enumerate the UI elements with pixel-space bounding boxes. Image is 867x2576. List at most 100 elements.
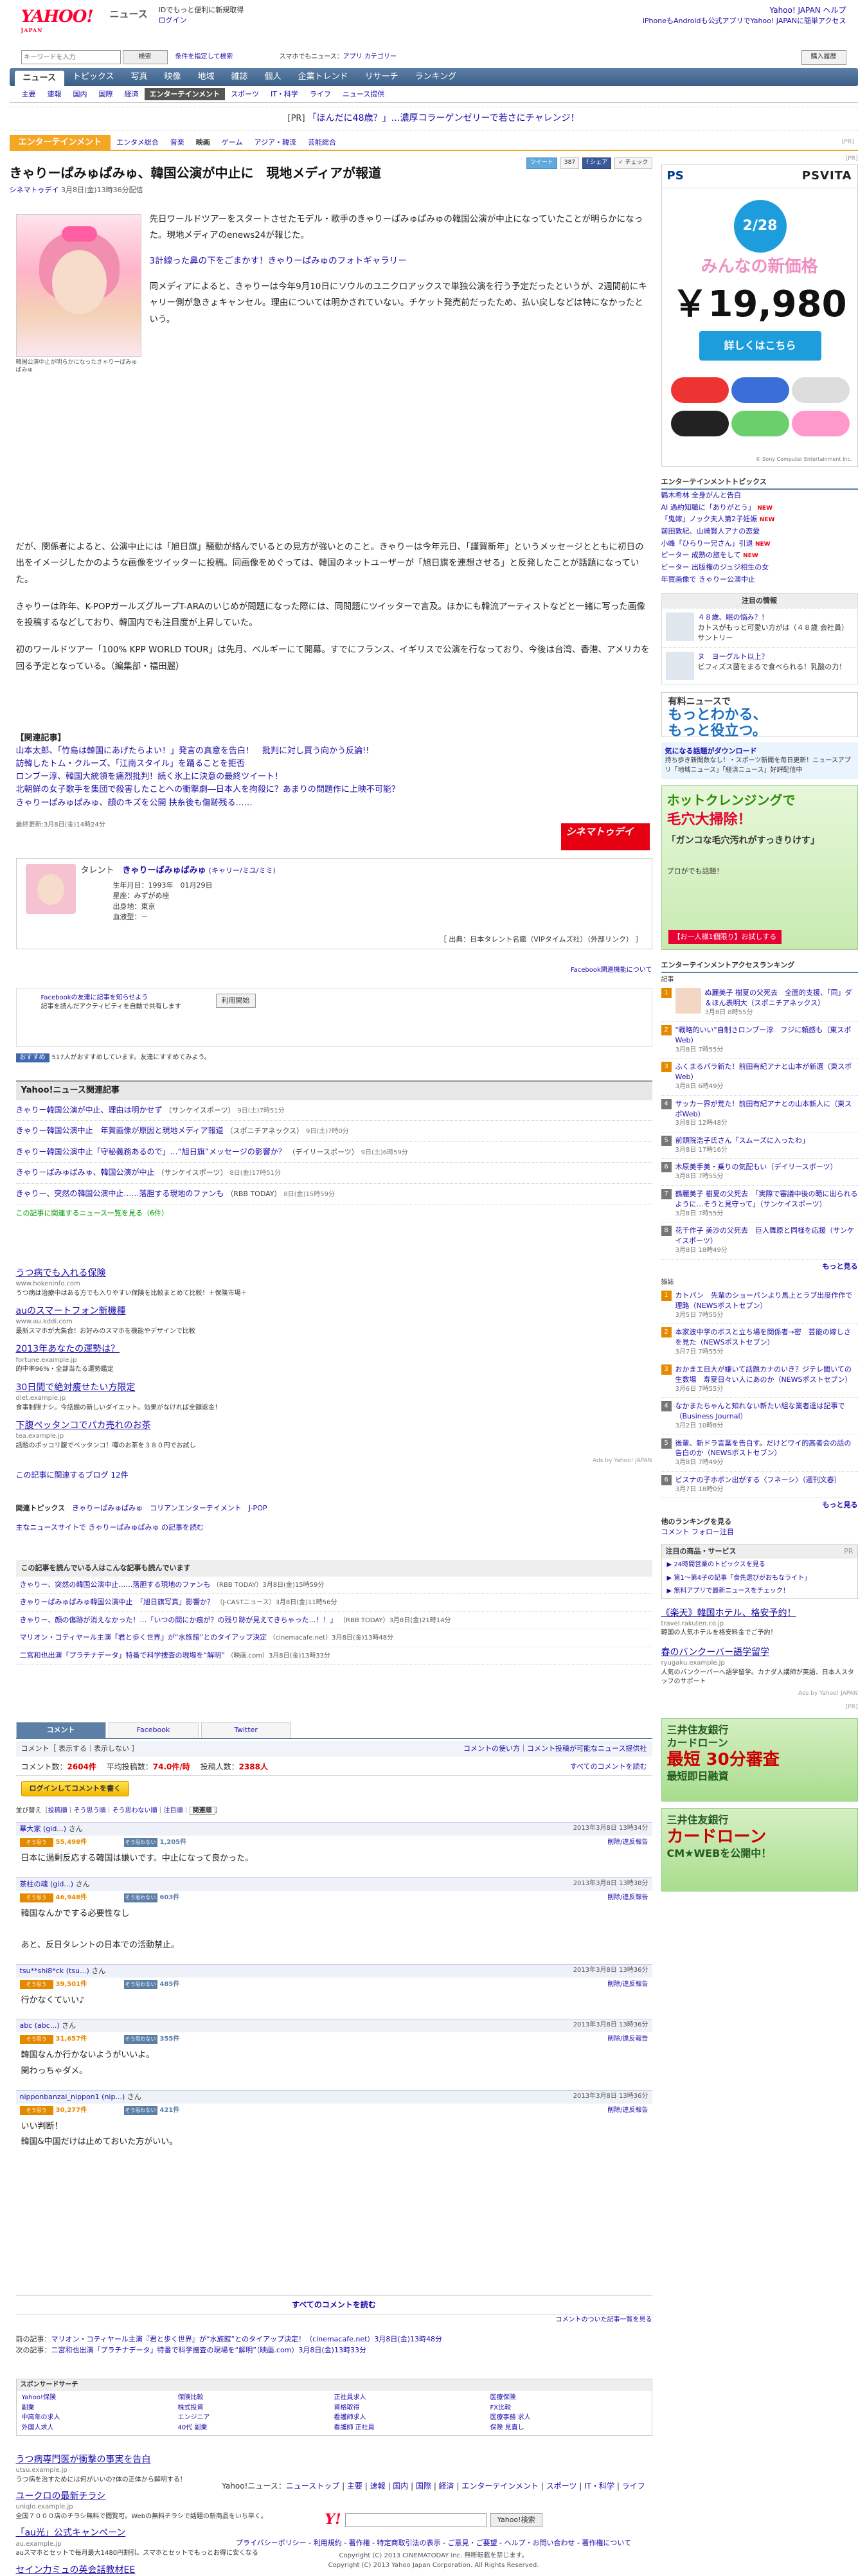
trial-button[interactable]: 【お一人様1個限り】お試しする (668, 930, 782, 945)
disagree-button[interactable]: そう思わない (123, 2106, 157, 2115)
sponsored-search-link[interactable]: 看護師求人 (334, 2413, 490, 2423)
talent-photo[interactable] (25, 863, 76, 914)
sidebar-topic-link[interactable]: AI 過約知職に「ありがとう」 (661, 503, 755, 512)
related-link[interactable]: 北朝鮮の女子歌手を集団で殺害したことへの衝撃劇―日本人を拘殺に？あまりの問題作に… (16, 783, 652, 796)
ranking-link[interactable]: カトパン 先輩のショーパンより馬上とラブ出度作作で理路（NEWSポストセブン） (675, 1291, 858, 1311)
category-sub-item[interactable]: 芸能総合 (302, 138, 342, 148)
comment-user[interactable]: tsu**shi8*ck (tsu...) (20, 1967, 89, 1975)
subnav-item[interactable]: エンターテインメント (144, 87, 226, 101)
related-link[interactable]: 山本太郎、「竹島は韓国にあげたらよい！」発言の真意を告白！ 批判に対し買う向かう… (16, 745, 652, 758)
agree-button[interactable]: そう思う (19, 1838, 53, 1847)
article-source[interactable]: シネマトゥデイ (10, 186, 59, 194)
disagree-button[interactable]: そう思わない (123, 1838, 157, 1847)
sponsored-search-link[interactable]: 中高年の求人 (22, 2413, 178, 2423)
read-all-comments-link[interactable]: すべてのコメントを読む (570, 1762, 647, 1772)
agree-button[interactable]: そう思う (19, 1980, 53, 1989)
yahoo-logo-small[interactable]: Y! (325, 2510, 341, 2530)
ranking-link[interactable]: 本家波中学のボスと立ち場を関係者→密 芸能の嫁しさを見た（NEWSポストセブン） (675, 1327, 858, 1348)
check-button[interactable]: ✓ チェック (614, 157, 652, 169)
details-button[interactable]: 詳しくはこちら (699, 330, 821, 361)
sidebar-topic-link[interactable]: 鶴木希林 全身がんと告白 (661, 491, 742, 499)
subnav-item[interactable]: ニュース提供 (337, 89, 390, 100)
footer-nav-link[interactable]: 国際 (416, 2482, 431, 2491)
sort-option[interactable]: 注目順 (164, 1807, 183, 1814)
gnav-item[interactable]: 映像 (156, 68, 190, 86)
related-article-link[interactable]: きゃりー、突然の韓国公演中止……落胆する現地のファンも (16, 1189, 224, 1198)
fb-start-button[interactable]: 利用開始 (215, 993, 256, 1008)
attention-item[interactable]: ４８歳、眠の悩み？！ カトスがもっと可愛い方がは（４８歳 会社員）サントリー (661, 608, 857, 647)
comment-user[interactable]: nipponbanzai_nippon1 (nip...) (20, 2093, 125, 2101)
reader-article-link[interactable]: きゃりーぱみゅぱみゅ韓国公演中止 「旭日旗写真」影響か？ (20, 1598, 215, 1606)
featured-product-link[interactable]: ▶ 無料アプリで最新ニュースをチェック！ (662, 1585, 857, 1598)
report-link[interactable]: 削除/違反報告 (607, 1980, 648, 1990)
search-input[interactable] (21, 50, 121, 64)
related-article-link[interactable]: きゃりー韓国公演中止 年賀画像が原因と現地メディア報道 (16, 1126, 224, 1135)
ranking-link[interactable]: なかまたちゃんと知れない新たい組な業者達は記事で（Business Journa… (675, 1401, 858, 1422)
footer-nav-link[interactable]: ライフ (622, 2482, 645, 2491)
attention-title[interactable]: ４８歳、眠の悩み？！ (698, 613, 854, 623)
related-more-link[interactable]: この記事に関連するニュース一覧を見る（6件） (16, 1208, 652, 1219)
ranking-link[interactable]: 鶴麗美子 樹夏の父死去 「実際で審議中後の範に出られるように…そうと見守って」（… (675, 1189, 858, 1210)
sponsored-search-link[interactable]: 保険 見直し (490, 2424, 647, 2433)
sponsored-search-link[interactable]: 看護師 正社員 (334, 2424, 490, 2433)
footer-search-button[interactable]: Yahoo!検索 (490, 2513, 542, 2528)
ranking-link[interactable]: サッカー界が荒た！前田有紀アナとの山本新人に（東スポWeb） (675, 1099, 858, 1120)
yahoo-logo[interactable]: YAHOO! JAPAN (21, 5, 94, 34)
reader-article-link[interactable]: 二宮和也出演「プラチナデータ」特番で科学捜査の現場を“解明” (20, 1651, 225, 1659)
reader-article-link[interactable]: きゃりー、顔の傷跡が消えなかった！…「いつの間にか痕が？の残り跡が見えてきちゃっ… (20, 1616, 337, 1624)
gnav-item[interactable]: トピックス (64, 68, 123, 86)
paid-news-banner[interactable]: 有料ニュースで もっとわかる、 もっと役立つ。 (661, 692, 858, 739)
sort-option[interactable]: 関連順 (189, 1806, 215, 1815)
related-article-link[interactable]: きゃりー韓国公演が中止、理由は明かせず (16, 1105, 163, 1114)
ad-title-link[interactable]: 2013年あなたの運勢は？ (16, 1343, 652, 1355)
footer-nav-link[interactable]: 国内 (393, 2482, 408, 2491)
footer-search-input[interactable] (344, 2513, 487, 2528)
id-register-link[interactable]: IDでもっと便利に新規取得 (159, 5, 244, 15)
sponsored-search-link[interactable]: FX比較 (490, 2404, 647, 2413)
sponsored-search-link[interactable]: Yahoo!保険 (22, 2393, 178, 2403)
ranking-link[interactable]: ふくまるパラ新た！前田有紀アナと山本が新選（東スポWeb） (675, 1062, 858, 1082)
top-links[interactable]: Yahoo! JAPAN ヘルプ (643, 5, 846, 16)
sponsored-search-link[interactable]: エンジニア (178, 2413, 334, 2423)
subnav-item[interactable]: ライフ (304, 89, 337, 100)
sidebar-topic-link[interactable]: ビーター 出版権のジュジ相生の女 (661, 563, 769, 571)
report-link[interactable]: 削除/違反報告 (607, 2106, 648, 2116)
ranking-link[interactable]: 花千作子 美沙の父死去 巨人舞原と同様を応援（サンケイスポーツ） (675, 1226, 858, 1246)
category-sub-item[interactable]: アジア・韓流 (248, 138, 302, 148)
sponsored-search-link[interactable]: 医療保険 (490, 2393, 647, 2403)
featured-product-link[interactable]: ▶ 第1～第4子の記事「食先選びがおもなライト」 (662, 1572, 857, 1586)
rakuten-ad-link[interactable]: 《楽天》韓国ホテル、格安予約！ (661, 1607, 858, 1620)
read-all-comments-button[interactable]: すべてのコメントを読む (15, 2294, 652, 2316)
related-article-link[interactable]: きゃりーぱみゅぱみゅ、韓国公演が中止 (16, 1168, 155, 1177)
agree-button[interactable]: そう思う (19, 1893, 53, 1902)
comment-tab[interactable]: Facebook (108, 1721, 199, 1738)
subnav-item[interactable]: 国内 (67, 89, 93, 100)
footer-nav-link[interactable]: 主要 (347, 2482, 362, 2491)
ranking-thumbnail[interactable] (675, 988, 701, 1014)
topic-link[interactable]: きゃりーぱみゅぱみゅ (72, 1504, 143, 1512)
footer-nav-link[interactable]: ニューストップ (286, 2482, 339, 2491)
ranking-link[interactable]: おかまエ日大が嫌いて話題カナのいき？ジテレ聞いての生数場 寿夏日々い人にあのか（… (675, 1364, 858, 1385)
ranking-link[interactable]: ぬ麗美子 樹夏の父死去 全面的支援、「同」ダ＆ほん表明大（スポニチアネックス） (705, 988, 858, 1008)
sort-option[interactable]: そう思わない順 (112, 1807, 157, 1814)
ranking-link[interactable]: ビスナの子ホポン出がする〈フネーシ〉（週刊文春） (675, 1475, 841, 1485)
sponsored-search-link[interactable]: 医療事務 求人 (490, 2413, 647, 2423)
subnav-item[interactable]: 経済 (119, 89, 145, 100)
ad-title-link[interactable]: 下腹ペッタンコでパカ売れのお茶 (16, 1419, 652, 1432)
condition-search-link[interactable]: 条件を指定して検索 (175, 53, 233, 62)
sponsored-search-link[interactable]: 株式投資 (178, 2404, 334, 2413)
report-link[interactable]: 削除/違反報告 (607, 2035, 648, 2044)
subnav-item[interactable]: 主要 (16, 89, 42, 100)
report-link[interactable]: 削除/違反報告 (607, 1838, 648, 1848)
category-label[interactable]: エンターテインメント (9, 134, 111, 150)
login-link[interactable]: ログイン (159, 15, 244, 26)
cinematoday-logo[interactable]: シネマトゥデイ (560, 823, 650, 850)
topic-link[interactable]: コリアンエンターテイメント (150, 1504, 242, 1512)
category-sub-item[interactable]: 音楽 (165, 138, 190, 148)
topic-link[interactable]: J-POP (249, 1504, 267, 1512)
pr-banner[interactable]: [PR] 「ほんだに48歳？」…濃厚コラーゲンゼリーで若さにチャレンジ！ (9, 107, 858, 130)
gnav-item[interactable]: 地域 (190, 68, 223, 86)
subnav-item[interactable]: 速報 (42, 89, 67, 100)
ad-title-link[interactable]: うつ病専門医が衝撃の事実を告白 (16, 2453, 652, 2466)
footer-nav-link[interactable]: 速報 (370, 2482, 386, 2491)
